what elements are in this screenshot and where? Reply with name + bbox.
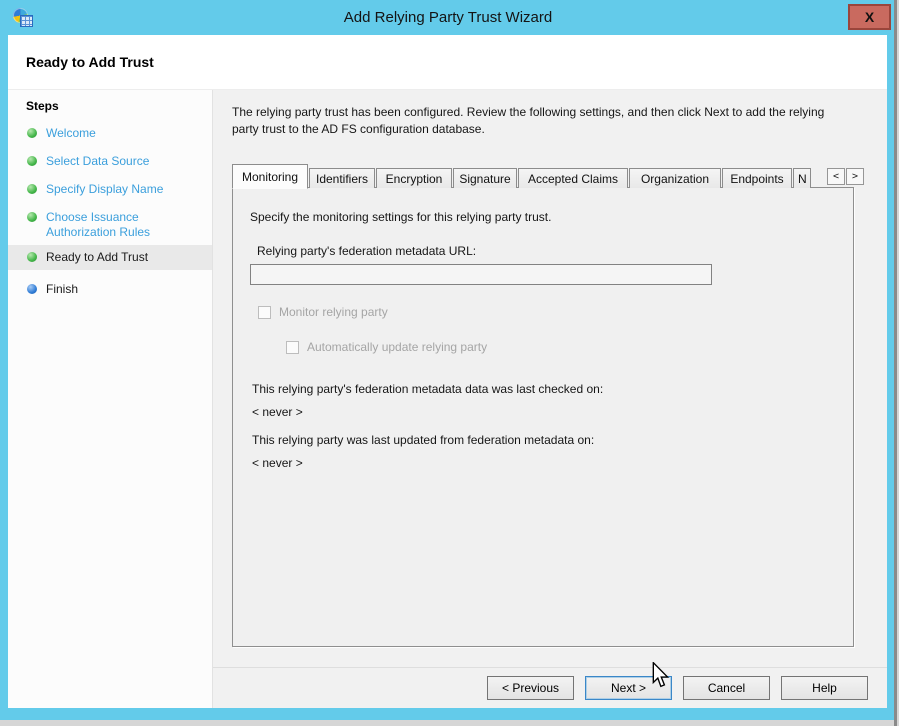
help-button[interactable]: Help (781, 676, 868, 700)
monitor-checkbox[interactable] (258, 306, 271, 319)
wizard-footer: < Previous Next > Cancel Help (213, 667, 887, 708)
sidebar-item-choose-issuance-authorization-rules[interactable]: Choose Issuance Authorization Rules (8, 210, 198, 240)
sidebar-item-specify-display-name[interactable]: Specify Display Name (8, 182, 212, 197)
tab-encryption[interactable]: Encryption (376, 168, 452, 188)
step-done-icon (27, 156, 37, 166)
step-done-icon (27, 184, 37, 194)
step-pending-icon (27, 284, 37, 294)
step-label: Welcome (46, 126, 96, 140)
previous-button[interactable]: < Previous (487, 676, 574, 700)
monitor-relying-party-row: Monitor relying party (258, 305, 388, 319)
step-done-icon (27, 128, 37, 138)
step-label: Finish (46, 282, 78, 296)
tab-organization[interactable]: Organization (629, 168, 721, 188)
last-checked-label: This relying party's federation metadata… (252, 382, 603, 396)
tab-scrollers: < > (826, 168, 864, 185)
auto-update-checkbox-label: Automatically update relying party (307, 340, 487, 354)
steps-heading: Steps (26, 99, 59, 113)
tab-scroll-left-button[interactable]: < (827, 168, 845, 185)
background-window-edge (894, 0, 897, 726)
step-label: Ready to Add Trust (46, 250, 148, 264)
wizard-window: Add Relying Party Trust Wizard X Ready t… (0, 0, 896, 720)
tab-monitoring[interactable]: Monitoring (232, 164, 308, 189)
monitor-checkbox-label: Monitor relying party (279, 305, 388, 319)
grid-icon (20, 15, 33, 27)
step-label: Specify Display Name (46, 182, 163, 196)
adfs-app-icon (13, 7, 35, 29)
page-title: Ready to Add Trust (8, 35, 887, 90)
tab-signature[interactable]: Signature (453, 168, 517, 188)
tab-accepted-claims[interactable]: Accepted Claims (518, 168, 628, 188)
cancel-button[interactable]: Cancel (683, 676, 770, 700)
sidebar-item-select-data-source[interactable]: Select Data Source (8, 154, 212, 169)
last-updated-label: This relying party was last updated from… (252, 433, 594, 447)
tab-identifiers[interactable]: Identifiers (309, 168, 375, 188)
tab-scroll-right-button[interactable]: > (846, 168, 864, 185)
next-button[interactable]: Next > (585, 676, 672, 700)
steps-sidebar: Steps Welcome Select Data Source Specify… (8, 90, 213, 708)
step-current-icon (27, 252, 37, 262)
main-area: Steps Welcome Select Data Source Specify… (8, 90, 887, 708)
metadata-url-input[interactable] (250, 264, 712, 285)
sidebar-item-ready-to-add-trust: Ready to Add Trust (8, 245, 212, 270)
step-done-icon (27, 212, 37, 222)
tab-truncated[interactable]: N (793, 168, 811, 188)
auto-update-checkbox[interactable] (286, 341, 299, 354)
client-area: Ready to Add Trust Steps Welcome Select … (8, 35, 887, 708)
auto-update-row: Automatically update relying party (286, 340, 487, 354)
content-pane: The relying party trust has been configu… (213, 90, 887, 708)
close-button[interactable]: X (848, 4, 891, 30)
last-updated-value: < never > (252, 456, 303, 470)
step-label: Choose Issuance Authorization Rules (46, 210, 150, 239)
titlebar: Add Relying Party Trust Wizard X (0, 0, 896, 35)
step-label: Select Data Source (46, 154, 149, 168)
window-title: Add Relying Party Trust Wizard (0, 0, 896, 35)
tab-endpoints[interactable]: Endpoints (722, 168, 792, 188)
monitoring-instruction: Specify the monitoring settings for this… (250, 210, 551, 224)
settings-tabstrip: Monitoring Identifiers Encryption Signat… (232, 163, 864, 188)
sidebar-item-welcome[interactable]: Welcome (8, 126, 212, 141)
metadata-url-label: Relying party's federation metadata URL: (257, 244, 476, 258)
sidebar-item-finish: Finish (8, 282, 212, 297)
monitoring-tab-panel: Specify the monitoring settings for this… (232, 187, 854, 647)
last-checked-value: < never > (252, 405, 303, 419)
page-description: The relying party trust has been configu… (232, 104, 852, 138)
